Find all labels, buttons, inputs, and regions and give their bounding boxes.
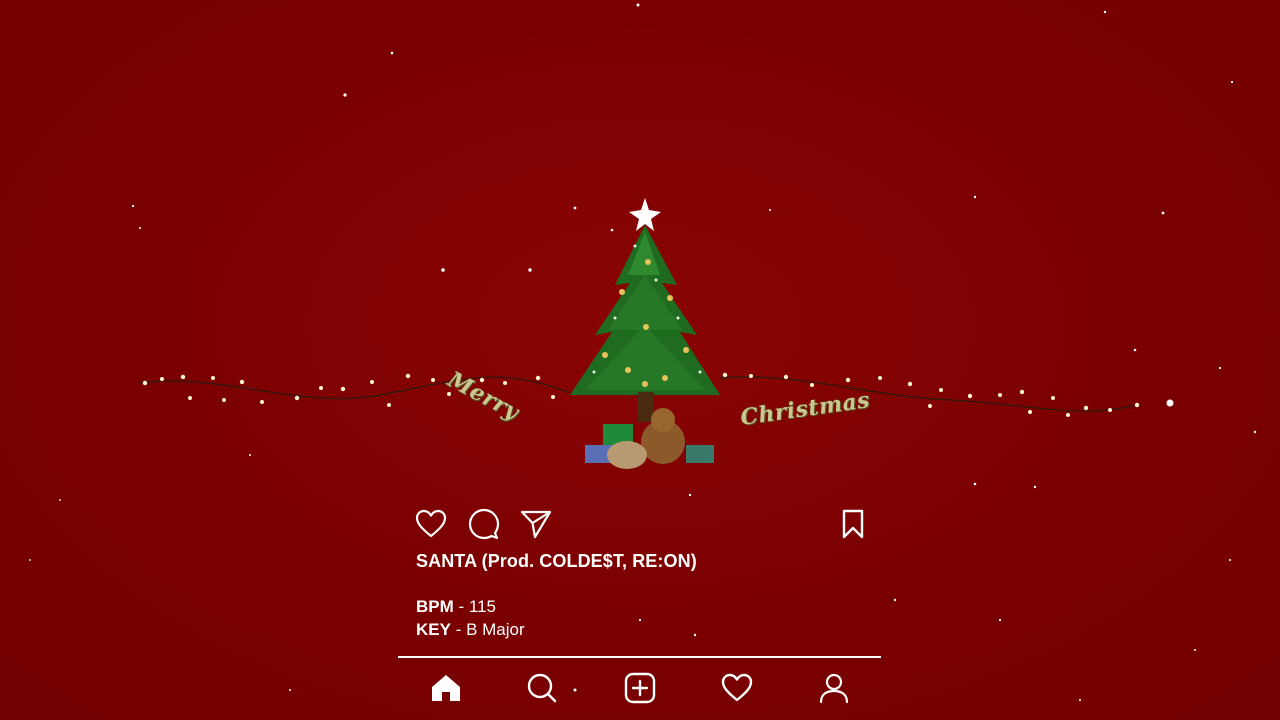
- nav-home-button[interactable]: [426, 668, 466, 708]
- video-frame: Merry Christmas SANTA (Prod. COLDE$T, RE…: [0, 0, 1280, 720]
- heart-outline-icon: [415, 509, 447, 538]
- nav-profile-button[interactable]: [814, 668, 854, 708]
- bpm-row: BPM - 115: [416, 597, 496, 617]
- like-button[interactable]: [414, 507, 448, 541]
- key-row: KEY - B Major: [416, 620, 525, 640]
- key-label: KEY: [416, 620, 451, 639]
- track-title: SANTA (Prod. COLDE$T, RE:ON): [416, 551, 697, 571]
- nav-divider: [398, 656, 881, 658]
- christmas-tree-artwork: [139, 198, 1141, 469]
- comment-button[interactable]: [467, 507, 501, 541]
- bpm-value: - 115: [453, 597, 497, 616]
- key-value: - B Major: [450, 620, 525, 639]
- share-button[interactable]: [519, 507, 553, 541]
- activity-heart-icon: [721, 673, 753, 702]
- profile-icon: [819, 673, 849, 704]
- comment-bubble-icon: [468, 508, 500, 540]
- post-caption: SANTA (Prod. COLDE$T, RE:ON) BPM - 115 K…: [416, 551, 697, 639]
- bpm-label: BPM: [416, 597, 454, 616]
- nav-search-button[interactable]: [522, 668, 562, 708]
- nav-new-post-button[interactable]: [620, 668, 660, 708]
- add-post-icon: [624, 672, 656, 704]
- post-action-bar: [414, 507, 866, 541]
- bookmark-icon: [842, 509, 864, 539]
- send-paper-plane-icon: [520, 510, 552, 539]
- home-icon: [432, 675, 460, 701]
- nav-activity-button[interactable]: [717, 668, 757, 708]
- search-icon: [527, 673, 557, 703]
- christmas-tree: [570, 198, 720, 469]
- save-button[interactable]: [836, 507, 870, 541]
- bottom-navigation: [398, 668, 881, 712]
